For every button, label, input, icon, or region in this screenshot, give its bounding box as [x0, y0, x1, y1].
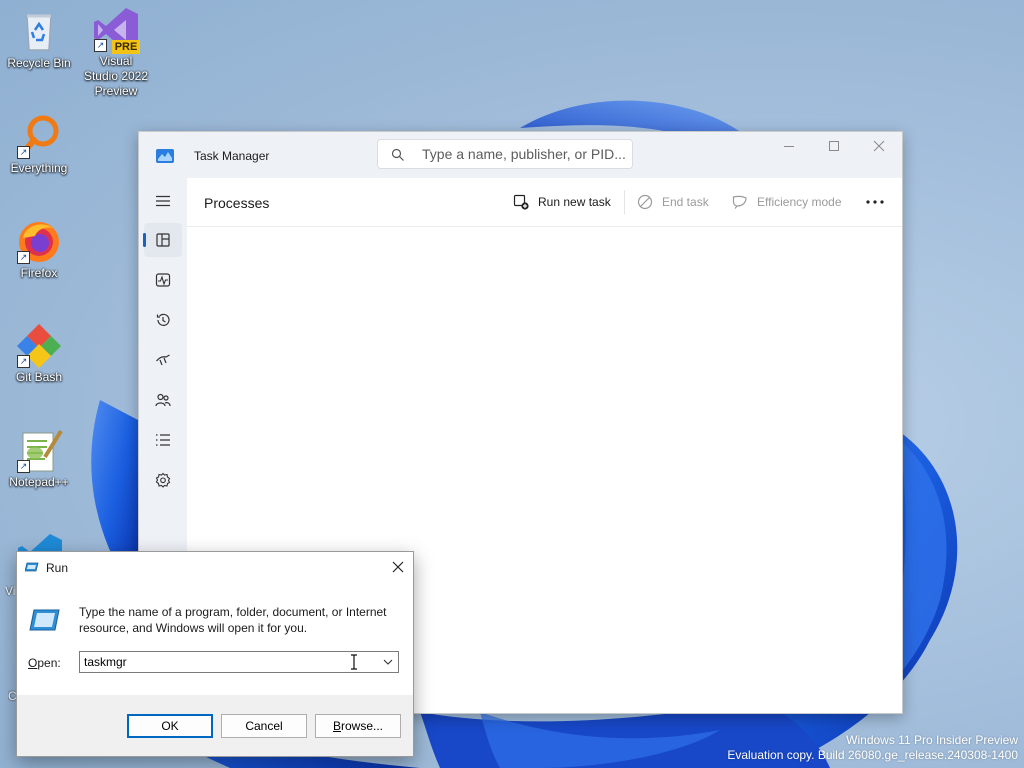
everything-search-icon: ↗ — [15, 113, 63, 161]
nav-startup-apps[interactable] — [144, 343, 182, 377]
desktop-icon-label: C — [8, 689, 16, 703]
hamburger-icon — [156, 195, 170, 207]
nav-app-history[interactable] — [144, 303, 182, 337]
desktop-icon-label: Recycle Bin — [7, 56, 71, 70]
browse-button[interactable]: Browse... — [315, 714, 401, 738]
end-task-icon — [637, 194, 653, 210]
end-task-label: End task — [662, 195, 709, 209]
page-header: Processes Run new task End task Efficien… — [187, 178, 902, 227]
cancel-button[interactable]: Cancel — [221, 714, 307, 738]
run-close-button[interactable] — [383, 552, 413, 583]
run-description: Type the name of a program, folder, docu… — [79, 605, 387, 635]
startup-apps-icon — [156, 354, 170, 366]
desktop-icon-label: Firefox — [20, 266, 58, 280]
desktop: Recycle Bin PRE ↗ Visual Studio 2022 Pre… — [0, 0, 1024, 768]
desktop-icon-recycle-bin[interactable]: Recycle Bin — [5, 8, 73, 71]
shortcut-arrow-icon: ↗ — [17, 251, 30, 264]
end-task-button[interactable]: End task — [637, 192, 712, 212]
page-title: Processes — [204, 195, 270, 211]
run-dialog[interactable]: Run Type the name of a program, folder, … — [16, 551, 414, 757]
run-titlebar[interactable]: Run — [17, 552, 413, 583]
open-label-mnemonic: O — [28, 656, 38, 670]
run-body: Type the name of a program, folder, docu… — [17, 583, 413, 695]
shortcut-arrow-icon: ↗ — [17, 146, 30, 159]
efficiency-mode-label: Efficiency mode — [757, 195, 842, 209]
open-input[interactable] — [84, 654, 364, 670]
run-new-task-button[interactable]: Run new task — [513, 192, 613, 212]
window-title: Task Manager — [194, 149, 270, 163]
firefox-icon: ↗ — [15, 218, 63, 266]
desktop-icon-label: Visual Studio 2022 Preview — [83, 54, 149, 98]
desktop-icon-label: Notepad++ — [9, 475, 69, 489]
processes-icon — [156, 233, 170, 247]
hamburger-menu-button[interactable] — [144, 184, 182, 218]
more-options-button[interactable] — [862, 192, 888, 212]
git-bash-icon: ↗ — [15, 322, 63, 370]
desktop-icon-visual-studio[interactable]: PRE ↗ Visual Studio 2022 Preview — [82, 6, 150, 99]
close-icon — [392, 561, 404, 573]
efficiency-mode-icon — [732, 195, 747, 209]
search-icon — [391, 148, 404, 161]
run-app-icon — [25, 562, 39, 572]
close-button[interactable] — [856, 132, 902, 162]
app-history-icon — [156, 313, 170, 326]
details-icon — [156, 434, 170, 446]
desktop-icon-label: Git Bash — [15, 370, 63, 384]
shortcut-arrow-icon: ↗ — [17, 460, 30, 473]
ok-button[interactable]: OK — [127, 714, 213, 738]
preview-badge: PRE — [112, 40, 140, 54]
notepadpp-icon: ↗ — [15, 427, 63, 475]
shortcut-arrow-icon: ↗ — [17, 355, 30, 368]
task-manager-icon — [156, 149, 174, 163]
chevron-down-icon[interactable] — [378, 652, 398, 672]
vscode-icon — [18, 534, 62, 552]
nav-services[interactable] — [144, 463, 182, 497]
open-label-text: pen: — [37, 656, 61, 670]
search-box[interactable] — [377, 139, 633, 169]
maximize-icon — [829, 141, 839, 151]
users-icon — [155, 393, 171, 407]
nav-users[interactable] — [144, 383, 182, 417]
run-new-task-icon — [513, 194, 529, 210]
desktop-icon-notepadpp[interactable]: ↗ Notepad++ — [5, 427, 73, 490]
browse-mnemonic: B — [332, 719, 341, 733]
desktop-icon-vscode[interactable] — [16, 532, 64, 552]
nav-processes[interactable] — [143, 223, 182, 257]
run-program-icon — [29, 609, 60, 631]
efficiency-mode-button[interactable]: Efficiency mode — [732, 192, 847, 212]
desktop-icon-everything[interactable]: ↗ Everything — [5, 113, 73, 176]
desktop-icon-firefox[interactable]: ↗ Firefox — [5, 218, 73, 281]
desktop-icon-label: Everything — [10, 161, 68, 175]
watermark-build: Evaluation copy. Build 26080.ge_release.… — [727, 748, 1018, 762]
toolbar-separator — [624, 190, 625, 214]
shortcut-arrow-icon: ↗ — [94, 39, 107, 52]
services-icon — [155, 472, 171, 488]
close-icon — [873, 140, 885, 152]
text-cursor-icon — [351, 654, 357, 670]
evaluation-watermark: Windows 11 Pro Insider Preview Evaluatio… — [727, 733, 1018, 763]
run-title: Run — [46, 561, 69, 575]
browse-label: rowse... — [341, 719, 384, 733]
open-label: Open: — [28, 656, 61, 670]
desktop-icon-git-bash[interactable]: ↗ Git Bash — [5, 322, 73, 385]
nav-details[interactable] — [144, 423, 182, 457]
desktop-icon-label: Vi — [5, 584, 15, 598]
visual-studio-icon: PRE ↗ — [92, 6, 140, 54]
minimize-button[interactable] — [766, 132, 812, 162]
maximize-button[interactable] — [811, 132, 857, 162]
run-new-task-label: Run new task — [538, 195, 611, 209]
nav-performance[interactable] — [144, 263, 182, 297]
watermark-edition: Windows 11 Pro Insider Preview — [846, 733, 1018, 747]
recycle-bin-icon — [15, 8, 63, 56]
performance-icon — [155, 273, 171, 287]
more-icon — [866, 200, 884, 204]
search-input[interactable] — [422, 145, 627, 163]
minimize-icon — [784, 146, 794, 147]
task-manager-titlebar[interactable]: Task Manager — [139, 132, 902, 178]
